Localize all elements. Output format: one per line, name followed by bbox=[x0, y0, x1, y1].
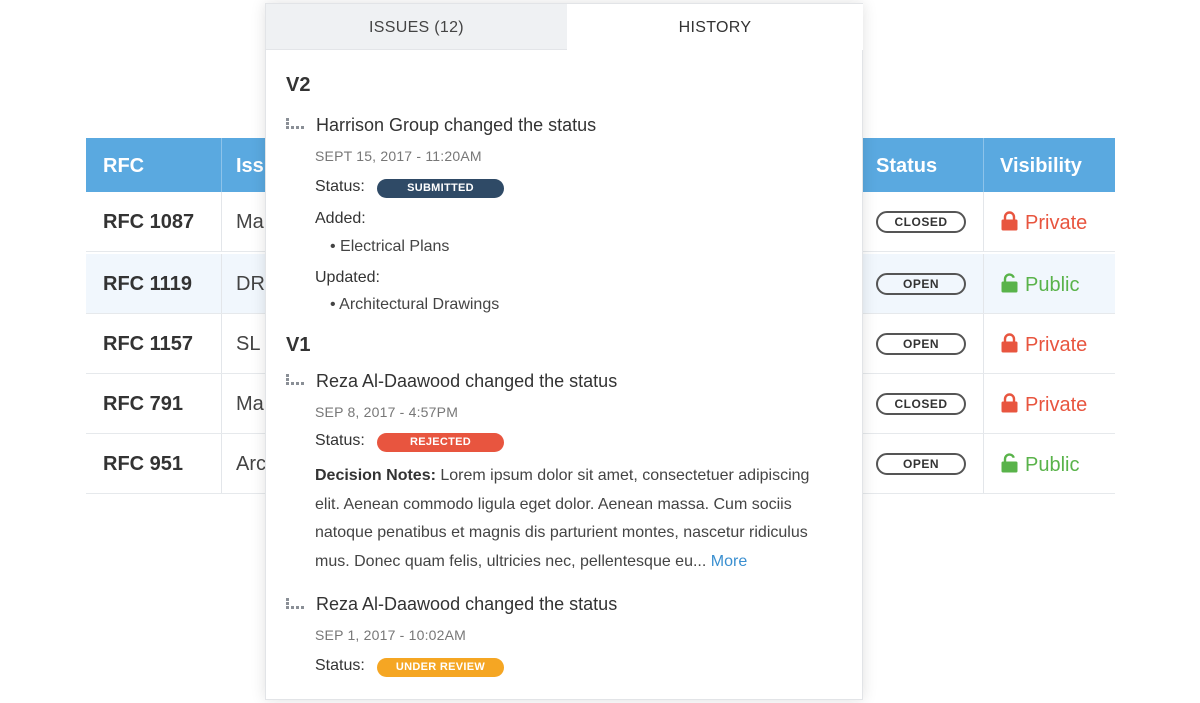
column-header-rfc[interactable]: RFC bbox=[103, 138, 144, 192]
column-divider bbox=[983, 374, 984, 433]
lock-closed-icon bbox=[1001, 211, 1018, 231]
column-header-status[interactable]: Status bbox=[876, 138, 937, 192]
tab-issues[interactable]: ISSUES (12) bbox=[266, 4, 567, 50]
entry-title: Reza Al-Daawood changed the status bbox=[316, 371, 618, 391]
entry-date: SEP 1, 2017 - 10:02AM bbox=[315, 627, 467, 643]
history-entry-icon bbox=[286, 118, 304, 129]
visibility-label: Private bbox=[1025, 394, 1088, 416]
status-pill: OPEN bbox=[876, 273, 966, 295]
decision-notes-label: Decision Notes: bbox=[315, 467, 436, 484]
status-badge-rejected: REJECTED bbox=[377, 433, 504, 452]
panel-tabs: ISSUES (12) HISTORY bbox=[266, 4, 863, 50]
column-divider bbox=[221, 314, 222, 373]
rfc-id[interactable]: RFC 951 bbox=[103, 434, 183, 494]
column-divider bbox=[983, 434, 984, 493]
lock-closed-icon bbox=[1001, 393, 1018, 413]
entry-title: Harrison Group changed the status bbox=[316, 115, 597, 135]
added-label: Added: bbox=[315, 210, 366, 227]
column-divider bbox=[221, 192, 222, 251]
entry-title: Reza Al-Daawood changed the status bbox=[316, 594, 618, 614]
status-label: Status: bbox=[315, 432, 365, 449]
column-divider bbox=[983, 192, 984, 251]
history-entry-icon bbox=[286, 374, 304, 385]
status-label: Status: bbox=[315, 178, 365, 195]
history-entry-icon bbox=[286, 598, 304, 609]
column-header-visibility[interactable]: Visibility bbox=[983, 138, 1082, 192]
entry-date: SEP 8, 2017 - 4:57PM bbox=[315, 404, 459, 420]
list-item: • Architectural Drawings bbox=[330, 296, 500, 313]
updated-label: Updated: bbox=[315, 269, 380, 286]
tab-history[interactable]: HISTORY bbox=[567, 4, 863, 50]
status-badge-under-review: UNDER REVIEW bbox=[377, 658, 504, 677]
visibility-label: Private bbox=[1025, 334, 1088, 356]
column-divider bbox=[221, 374, 222, 433]
status-pill: OPEN bbox=[876, 453, 966, 475]
status-badge-submitted: SUBMITTED bbox=[377, 179, 504, 198]
status-pill: CLOSED bbox=[876, 211, 966, 233]
version-heading-v2: V2 bbox=[286, 74, 311, 96]
version-heading-v1: V1 bbox=[286, 334, 311, 356]
decision-notes: Decision Notes: Lorem ipsum dolor sit am… bbox=[315, 462, 835, 576]
visibility-label: Private bbox=[1025, 212, 1088, 234]
history-panel: ISSUES (12) HISTORY V2 Harrison Group ch… bbox=[265, 3, 863, 700]
column-divider bbox=[221, 434, 222, 493]
rfc-id[interactable]: RFC 791 bbox=[103, 374, 183, 434]
more-link[interactable]: More bbox=[711, 553, 747, 570]
rfc-id[interactable]: RFC 1119 bbox=[103, 254, 192, 314]
visibility-label: Public bbox=[1025, 274, 1080, 296]
rfc-id[interactable]: RFC 1087 bbox=[103, 192, 194, 252]
list-item: • Electrical Plans bbox=[330, 238, 450, 255]
lock-open-icon bbox=[1001, 273, 1018, 293]
lock-open-icon bbox=[1001, 453, 1018, 473]
rfc-id[interactable]: RFC 1157 bbox=[103, 314, 193, 374]
entry-date: SEPT 15, 2017 - 11:20AM bbox=[315, 148, 482, 164]
status-pill: OPEN bbox=[876, 333, 966, 355]
status-label: Status: bbox=[315, 657, 365, 674]
lock-closed-icon bbox=[1001, 333, 1018, 353]
status-pill: CLOSED bbox=[876, 393, 966, 415]
column-divider bbox=[983, 254, 984, 313]
column-divider bbox=[983, 314, 984, 373]
visibility-label: Public bbox=[1025, 454, 1080, 476]
column-divider bbox=[221, 254, 222, 313]
